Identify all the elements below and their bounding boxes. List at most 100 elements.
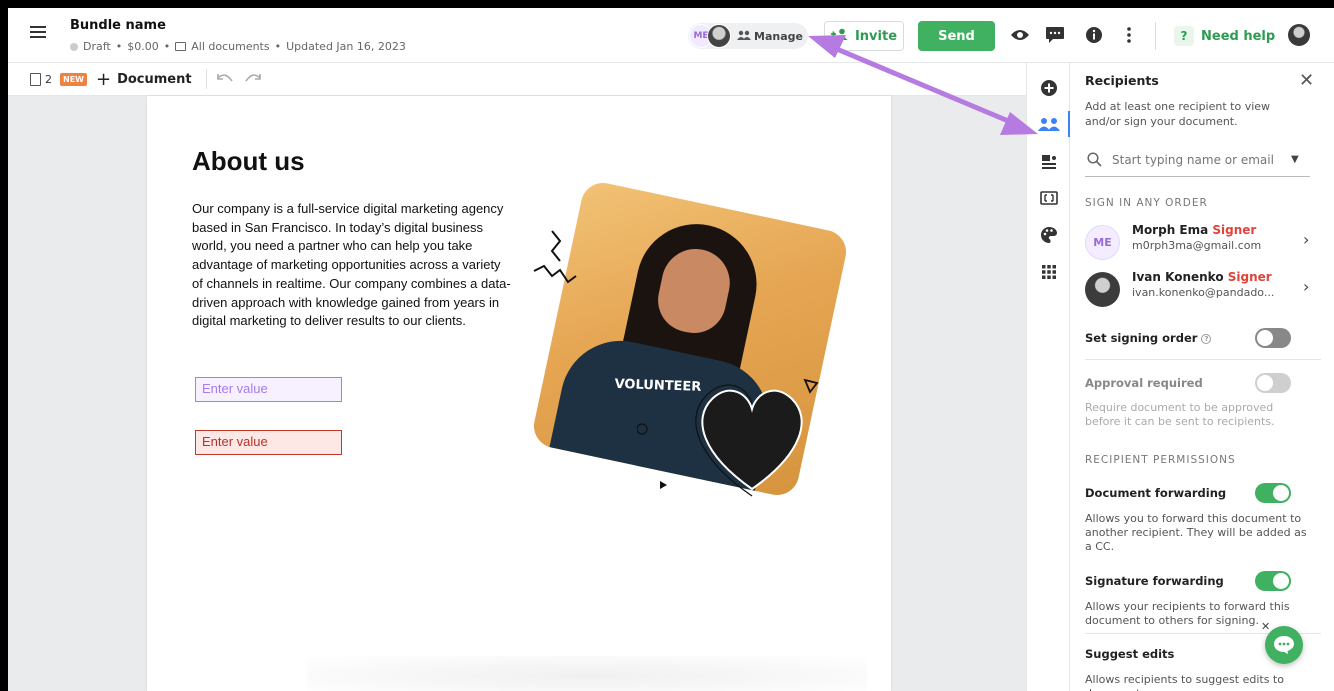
need-help-label: Need help <box>1201 28 1276 44</box>
recipient-name-row: Morph Ema Signer <box>1132 223 1256 237</box>
editor-toolbar: 2 NEW + Document <box>8 63 1026 96</box>
toggle-knob <box>1257 375 1273 391</box>
folder-link[interactable]: All documents <box>191 40 269 53</box>
recipients-panel: Recipients ✕ Add at least one recipient … <box>1070 63 1334 691</box>
divider <box>1085 359 1321 360</box>
set-signing-order-label: Set signing order <box>1085 331 1198 345</box>
undo-icon[interactable] <box>216 71 233 87</box>
sig-forwarding-note: Allows your recipients to forward this d… <box>1085 600 1290 627</box>
price-text: $0.00 <box>127 40 159 53</box>
meta-separator: • <box>115 40 123 53</box>
squiggle-decoration <box>533 230 577 284</box>
panel-description: Add at least one recipient to view and/o… <box>1085 100 1271 128</box>
recipient-name: Morph Ema <box>1132 223 1209 237</box>
redo-icon[interactable] <box>244 71 261 87</box>
manage-label: Manage <box>754 29 803 43</box>
invite-icon <box>830 28 849 44</box>
close-icon[interactable]: ✕ <box>1299 70 1314 91</box>
meta-separator: • <box>274 40 282 53</box>
approval-toggle[interactable] <box>1255 373 1291 393</box>
recipients-icon[interactable] <box>1038 113 1060 135</box>
right-icon-rail <box>1026 63 1070 691</box>
page-count: 2 <box>45 72 52 86</box>
menu-icon[interactable] <box>30 26 46 40</box>
toolbar-divider <box>205 69 207 89</box>
toolbar-divider <box>1155 22 1156 50</box>
manage-label-wrap: Manage <box>737 30 803 43</box>
people-icon <box>737 30 751 43</box>
avatar-photo <box>707 24 731 48</box>
help-icon: ? <box>1174 26 1194 46</box>
chat-widget-button[interactable] <box>1265 626 1303 664</box>
plus-icon: + <box>95 68 112 90</box>
document-title[interactable]: About us <box>192 146 305 177</box>
info-icon[interactable] <box>1083 24 1105 46</box>
apps-icon[interactable] <box>1038 261 1060 283</box>
text-field-2[interactable]: Enter value <box>195 430 342 455</box>
recipient-role: Signer <box>1212 223 1257 237</box>
doc-forwarding-note: Allows you to forward this document to a… <box>1085 512 1307 553</box>
chevron-right-icon[interactable]: › <box>1303 230 1309 249</box>
recipient-item[interactable]: ME Morph Ema Signer m0rph3ma@gmail.com › <box>1085 221 1315 261</box>
panel-title: Recipients <box>1085 73 1159 88</box>
app-window: Bundle name Draft • $0.00 • All document… <box>8 8 1334 691</box>
caret-down-icon[interactable]: ▼ <box>1291 154 1299 165</box>
fields-icon[interactable] <box>1038 151 1060 173</box>
recipient-role: Signer <box>1227 270 1272 284</box>
doc-forwarding-toggle[interactable] <box>1255 483 1291 503</box>
recipient-avatar: ME <box>1085 225 1120 260</box>
help-icon[interactable]: ? <box>1201 334 1212 344</box>
signing-order-toggle[interactable] <box>1255 328 1291 348</box>
pages-icon <box>30 72 41 86</box>
text-field-1[interactable]: Enter value <box>195 377 342 402</box>
status-text: Draft <box>83 40 111 53</box>
add-document-button[interactable]: + Document <box>96 69 192 90</box>
status-dot-icon <box>70 42 78 51</box>
toggle-knob <box>1257 330 1273 346</box>
eye-icon[interactable] <box>1009 24 1031 46</box>
document-body[interactable]: Our company is a full-service digital ma… <box>192 200 512 331</box>
toggle-knob <box>1273 485 1289 501</box>
shape-decorations <box>637 423 667 489</box>
need-help-button[interactable]: ? Need help <box>1174 23 1275 49</box>
approval-note: Require document to be approved before i… <box>1085 401 1275 428</box>
recipient-email: ivan.konenko@pandado... <box>1132 286 1275 299</box>
palette-icon[interactable] <box>1038 224 1060 246</box>
sig-forwarding-toggle[interactable] <box>1255 571 1291 591</box>
suggest-edits-note: Allows recipients to suggest edits to do… <box>1085 673 1284 691</box>
folder-icon <box>175 42 187 51</box>
more-icon[interactable] <box>1118 24 1140 46</box>
sign-order-label: SIGN IN ANY ORDER <box>1085 197 1208 209</box>
search-icon <box>1087 152 1102 167</box>
page-shadow <box>307 656 867 691</box>
recipient-item[interactable]: Ivan Konenko Signer ivan.konenko@pandado… <box>1085 268 1315 308</box>
document-page: About us Our company is a full-service d… <box>147 96 891 691</box>
manage-recipients-button[interactable]: ME Manage <box>688 23 808 49</box>
document-canvas: About us Our company is a full-service d… <box>8 96 1026 691</box>
chat-bubble-icon <box>1274 636 1294 654</box>
recipient-avatar <box>1085 272 1120 307</box>
permissions-label: RECIPIENT PERMISSIONS <box>1085 454 1236 466</box>
top-bar: Bundle name Draft • $0.00 • All document… <box>8 8 1334 63</box>
add-document-label: Document <box>117 71 192 87</box>
recipient-search[interactable]: ▼ <box>1085 143 1310 177</box>
updated-text: Updated Jan 16, 2023 <box>286 40 406 53</box>
chevron-right-icon[interactable]: › <box>1303 277 1309 296</box>
embed-icon[interactable] <box>1038 187 1060 209</box>
bundle-name[interactable]: Bundle name <box>70 18 166 33</box>
chat-icon[interactable] <box>1044 24 1066 46</box>
triangle-decoration <box>803 378 819 394</box>
user-avatar[interactable] <box>1288 24 1310 46</box>
recipient-name: Ivan Konenko <box>1132 270 1224 284</box>
close-chat-icon[interactable]: ✕ <box>1261 620 1270 633</box>
pages-button[interactable]: 2 <box>30 72 52 86</box>
invite-button[interactable]: Invite <box>824 21 904 51</box>
new-badge: NEW <box>60 72 87 86</box>
recipient-name-row: Ivan Konenko Signer <box>1132 270 1272 284</box>
recipient-email: m0rph3ma@gmail.com <box>1132 239 1262 252</box>
recipient-search-input[interactable] <box>1112 152 1287 167</box>
bundle-meta: Draft • $0.00 • All documents • Updated … <box>70 40 406 53</box>
plus-circle-icon[interactable] <box>1038 77 1060 99</box>
send-button[interactable]: Send <box>918 21 995 51</box>
invite-label: Invite <box>854 28 898 44</box>
